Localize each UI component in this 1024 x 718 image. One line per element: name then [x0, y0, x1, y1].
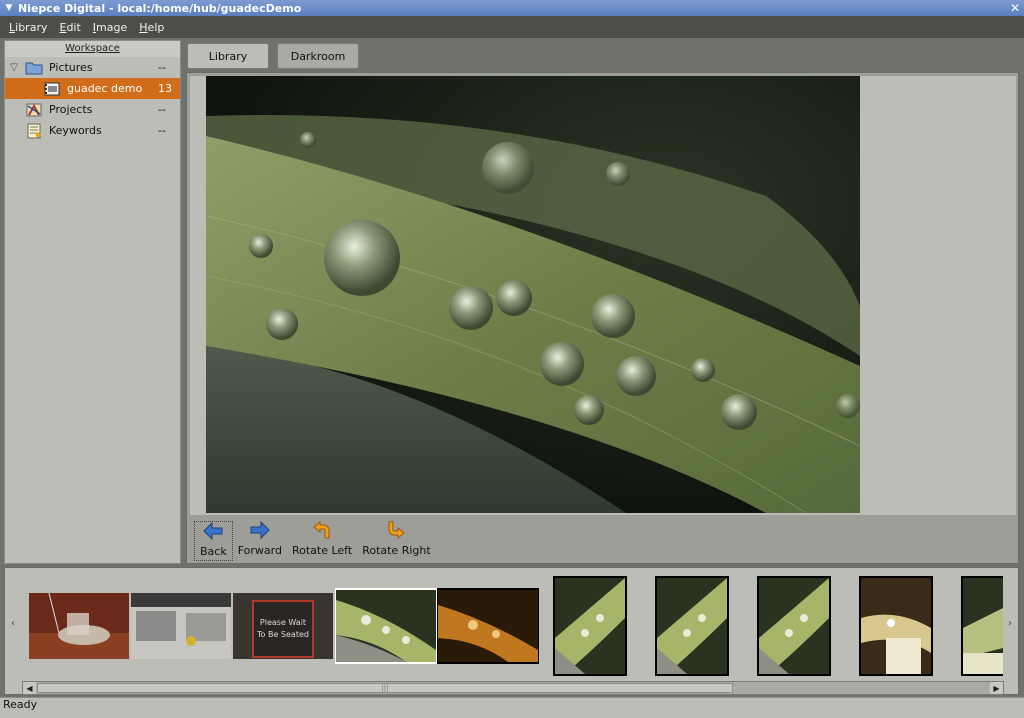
- tree-item-keywords[interactable]: Keywords --: [5, 120, 180, 141]
- thumbnail-selected[interactable]: [335, 588, 437, 664]
- thumbnail[interactable]: [553, 576, 627, 676]
- menu-library[interactable]: Library: [3, 21, 53, 34]
- forward-button[interactable]: Forward: [233, 520, 287, 561]
- tree-item-label: Projects: [49, 103, 93, 116]
- film-roll-icon: [41, 82, 63, 96]
- tree-item-label: Keywords: [49, 124, 102, 137]
- scroll-right-icon[interactable]: ▶: [990, 682, 1003, 694]
- status-bar: Ready: [0, 697, 1024, 718]
- thumbnail[interactable]: [29, 593, 129, 659]
- keywords-icon: [23, 123, 45, 139]
- tree-item-count: --: [158, 103, 166, 116]
- thumbnail-strip: Please Wait To Be Seated: [23, 568, 1003, 678]
- tree-item-label: guadec demo: [67, 82, 143, 95]
- tree-item-label: Pictures: [49, 61, 93, 74]
- back-arrow-icon: [202, 521, 224, 543]
- tree-item-guadec-demo[interactable]: guadec demo 13: [5, 78, 180, 99]
- filmstrip-left-icon[interactable]: ‹: [5, 568, 21, 678]
- thumbnail[interactable]: [655, 576, 729, 676]
- menu-image-label: mage: [96, 20, 128, 34]
- back-button[interactable]: Back: [194, 521, 233, 561]
- folder-icon: [23, 61, 45, 75]
- scrollbar-thumb[interactable]: |||: [37, 683, 733, 693]
- projects-icon: [23, 102, 45, 118]
- rotate-left-button[interactable]: Rotate Left: [287, 520, 357, 561]
- tree-item-count: --: [158, 124, 166, 137]
- image-canvas: [190, 76, 1016, 515]
- menu-help[interactable]: Help: [133, 21, 170, 34]
- thumbnail[interactable]: Please Wait To Be Seated: [233, 593, 333, 659]
- workspace-header[interactable]: Workspace: [5, 41, 180, 57]
- thumbnail[interactable]: [961, 576, 1003, 676]
- menu-image[interactable]: Image: [87, 21, 133, 34]
- thumbnail[interactable]: [131, 593, 231, 659]
- forward-label: Forward: [237, 544, 282, 557]
- close-icon[interactable]: ✕: [1006, 1, 1024, 15]
- app-window: ▼ Niepce Digital - local:/home/hub/guade…: [0, 0, 1024, 718]
- rotate-right-icon: [385, 521, 407, 542]
- menu-edit[interactable]: Edit: [53, 21, 86, 34]
- tab-darkroom[interactable]: Darkroom: [277, 43, 359, 69]
- expander-open-icon[interactable]: ▽: [5, 62, 23, 73]
- menu-bar: Library Edit Image Help: [0, 16, 1024, 38]
- filmstrip-scrollbar[interactable]: ◀ ||| ▶: [22, 681, 1004, 695]
- thumbnail[interactable]: [859, 576, 933, 676]
- tree-item-projects[interactable]: Projects --: [5, 99, 180, 120]
- menu-library-label: ibrary: [15, 20, 48, 34]
- rotate-left-icon: [311, 520, 333, 542]
- svg-text:To Be Seated: To Be Seated: [256, 630, 309, 639]
- rotate-right-button[interactable]: Rotate Right: [357, 521, 435, 561]
- rotate-right-label: Rotate Right: [362, 544, 431, 557]
- window-title: Niepce Digital - local:/home/hub/guadecD…: [18, 1, 302, 15]
- main-photo: [206, 76, 860, 513]
- darkroom-view: Back Forward Rotate Left Rotate Right: [186, 72, 1019, 564]
- darkroom-toolbar: Back Forward Rotate Left Rotate Right: [190, 517, 1016, 561]
- thumbnail[interactable]: [437, 588, 539, 664]
- tree-item-pictures[interactable]: ▽ Pictures --: [5, 57, 180, 78]
- rotate-left-label: Rotate Left: [291, 544, 353, 557]
- tree-item-count: 13: [158, 82, 172, 95]
- menu-help-mnemonic: H: [139, 20, 148, 34]
- window-menu-icon[interactable]: ▼: [0, 3, 18, 13]
- forward-arrow-icon: [249, 520, 271, 542]
- title-bar: ▼ Niepce Digital - local:/home/hub/guade…: [0, 0, 1024, 16]
- scroll-left-icon[interactable]: ◀: [23, 682, 36, 694]
- filmstrip-right-icon[interactable]: ›: [1002, 568, 1018, 678]
- back-label: Back: [200, 545, 227, 558]
- tab-library[interactable]: Library: [187, 43, 269, 69]
- svg-text:Please Wait: Please Wait: [260, 618, 306, 627]
- thumbnail[interactable]: [757, 576, 831, 676]
- filmstrip: ‹ › Please Wait To Be Seated ◀ ||| ▶: [4, 567, 1019, 695]
- tree-item-count: --: [158, 61, 166, 74]
- menu-edit-label: dit: [66, 20, 81, 34]
- menu-help-label: elp: [147, 20, 165, 34]
- workspace-panel: Workspace ▽ Pictures -- guadec demo 13 P…: [4, 40, 181, 564]
